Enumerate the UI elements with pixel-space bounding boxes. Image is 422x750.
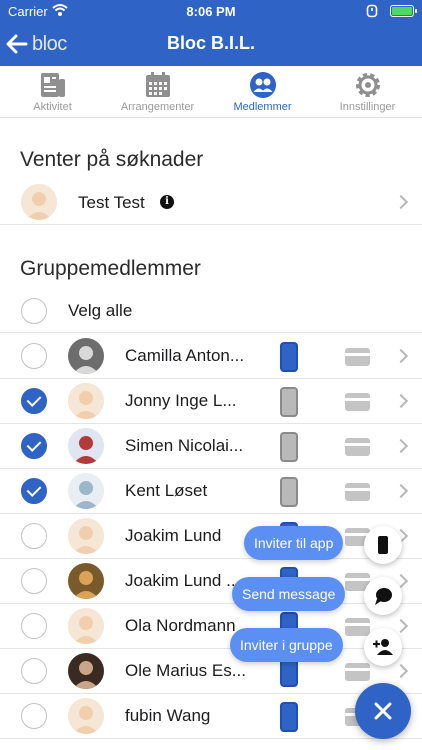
invite-to-app-label[interactable]: Inviter til app xyxy=(244,526,344,560)
send-message-label[interactable]: Send message xyxy=(232,577,346,611)
avatar-image xyxy=(68,653,104,689)
pending-applicant-name: Test Test xyxy=(78,193,145,212)
member-checkbox[interactable] xyxy=(21,388,47,414)
member-row[interactable]: Kent Løset xyxy=(0,469,422,514)
avatar xyxy=(68,653,104,689)
member-checkbox[interactable] xyxy=(21,343,47,369)
membership-card-icon xyxy=(345,348,370,366)
member-row[interactable]: Joakim Lund ... xyxy=(0,559,422,604)
phone-status-icon xyxy=(280,387,298,417)
member-checkbox[interactable] xyxy=(21,658,47,684)
tab-innstillinger[interactable]: Innstillinger xyxy=(315,66,420,118)
send-message-button[interactable] xyxy=(364,577,402,615)
member-row[interactable]: Ola Nordmann xyxy=(0,604,422,649)
chevron-right-icon xyxy=(393,663,409,679)
phone-status-icon xyxy=(280,477,298,507)
avatar xyxy=(68,563,104,599)
clock: 8:06 PM xyxy=(186,4,236,19)
pending-applicant-row[interactable]: Test Test i xyxy=(0,180,422,225)
select-all-label: Velg alle xyxy=(68,301,133,320)
tab-medlemmer[interactable]: Medlemmer xyxy=(210,66,315,118)
info-icon[interactable]: i xyxy=(160,195,174,209)
default-avatar-icon xyxy=(21,184,57,220)
avatar xyxy=(68,428,104,464)
member-name: Joakim Lund ... xyxy=(125,571,241,590)
tab-arrangementer[interactable]: Arrangementer xyxy=(105,66,210,118)
phone-status-icon xyxy=(280,342,298,372)
chat-bubble-icon xyxy=(375,588,392,605)
member-row[interactable]: Simen Nicolai... xyxy=(0,424,422,469)
phone-status-icon xyxy=(280,702,298,732)
chevron-right-icon xyxy=(393,348,409,364)
avatar xyxy=(68,473,104,509)
member-name: fubin Wang xyxy=(125,706,211,725)
member-name: Joakim Lund xyxy=(125,526,222,545)
tab-bar: Aktivitet Arrangementer Medlemmer Innsti… xyxy=(0,66,422,118)
member-name: Simen Nicolai... xyxy=(125,436,244,455)
avatar-image xyxy=(68,563,104,599)
phone-status-icon xyxy=(280,432,298,462)
newspaper-icon xyxy=(41,73,65,97)
avatar-image xyxy=(68,608,104,644)
avatar xyxy=(68,608,104,644)
status-bar: Carrier 8:06 PM xyxy=(0,0,422,22)
top-bar: Carrier 8:06 PM bloc Bloc B.I.L. xyxy=(0,0,422,66)
member-name: Kent Løset xyxy=(125,481,208,500)
gear-icon xyxy=(356,73,380,97)
chevron-right-icon xyxy=(393,483,409,499)
member-checkbox[interactable] xyxy=(21,478,47,504)
member-checkbox[interactable] xyxy=(21,613,47,639)
avatar-image xyxy=(68,383,104,419)
select-all-checkbox[interactable] xyxy=(21,298,47,324)
add-person-icon xyxy=(373,639,393,655)
alarm-icon xyxy=(366,4,378,18)
membership-card-icon xyxy=(345,438,370,456)
chevron-right-icon xyxy=(393,438,409,454)
avatar-image xyxy=(68,698,104,734)
tab-aktivitet[interactable]: Aktivitet xyxy=(0,66,105,118)
battery-icon xyxy=(390,5,417,17)
close-fab-button[interactable] xyxy=(355,683,411,739)
member-row[interactable]: Joakim Lund xyxy=(0,514,422,559)
member-checkbox[interactable] xyxy=(21,523,47,549)
avatar-image xyxy=(68,428,104,464)
member-name: Ole Marius Es... xyxy=(125,661,246,680)
calendar-icon xyxy=(146,72,170,97)
avatar xyxy=(68,698,104,734)
member-row[interactable]: Jonny Inge L... xyxy=(0,379,422,424)
avatar-image xyxy=(68,473,104,509)
page-title: Bloc B.I.L. xyxy=(166,33,255,53)
avatar xyxy=(21,184,57,220)
member-name: Camilla Anton... xyxy=(125,346,245,365)
member-checkbox[interactable] xyxy=(21,568,47,594)
membership-card-icon xyxy=(345,393,370,411)
avatar-image xyxy=(68,338,104,374)
membership-card-icon xyxy=(345,483,370,501)
tab-label: Aktivitet xyxy=(33,101,72,113)
select-all-row[interactable]: Velg alle xyxy=(0,289,422,333)
avatar-image xyxy=(68,518,104,554)
invite-to-app-button[interactable] xyxy=(364,526,402,564)
avatar xyxy=(68,518,104,554)
tab-label: Innstillinger xyxy=(339,101,396,113)
tab-label: Arrangementer xyxy=(120,101,195,113)
avatar xyxy=(68,383,104,419)
avatar xyxy=(68,338,104,374)
chevron-right-icon xyxy=(393,393,409,409)
member-row[interactable]: Camilla Anton... xyxy=(0,334,422,379)
tab-label: Medlemmer xyxy=(233,101,292,113)
phone-icon xyxy=(378,536,388,554)
pending-section-title: Venter på søknader xyxy=(20,148,204,171)
chevron-right-icon xyxy=(393,194,409,210)
member-checkbox[interactable] xyxy=(21,433,47,459)
members-icon xyxy=(250,72,276,98)
invite-to-group-label[interactable]: Inviter i gruppe xyxy=(230,628,343,662)
invite-to-group-button[interactable] xyxy=(364,628,402,666)
member-name: Jonny Inge L... xyxy=(125,391,237,410)
members-section-title: Gruppemedlemmer xyxy=(20,257,201,280)
member-name: Ola Nordmann xyxy=(125,616,236,635)
member-checkbox[interactable] xyxy=(21,703,47,729)
close-icon xyxy=(374,702,392,720)
